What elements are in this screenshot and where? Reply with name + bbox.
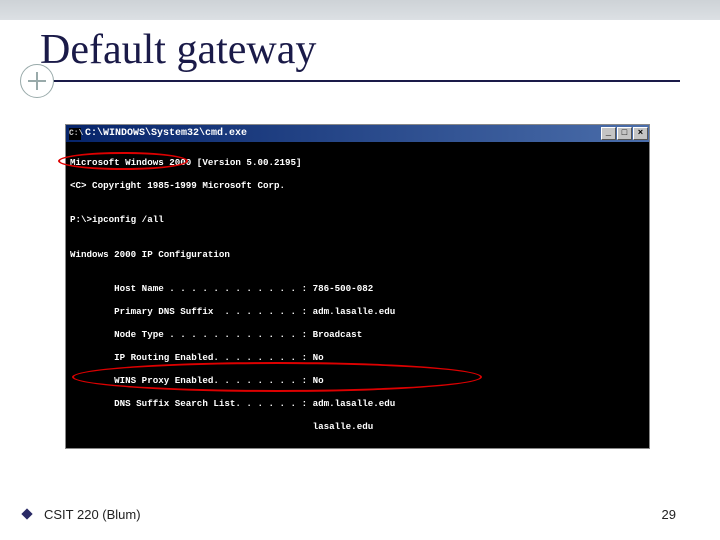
console-line: <C> Copyright 1985-1999 Microsoft Corp. bbox=[70, 180, 645, 192]
console-output: Microsoft Windows 2000 [Version 5.00.219… bbox=[66, 142, 649, 448]
console-line: IP Routing Enabled. . . . . . . . : No bbox=[70, 352, 645, 364]
console-line: Primary DNS Suffix . . . . . . . : adm.l… bbox=[70, 306, 645, 318]
console-line: WINS Proxy Enabled. . . . . . . . : No bbox=[70, 375, 645, 387]
cmd-icon: C:\ bbox=[69, 128, 81, 140]
close-button[interactable]: × bbox=[633, 127, 648, 140]
console-line: Node Type . . . . . . . . . . . . : Broa… bbox=[70, 329, 645, 341]
corner-decoration bbox=[20, 64, 54, 98]
console-line: lasalle.edu bbox=[70, 421, 645, 433]
title-underline bbox=[40, 80, 680, 82]
console-line: P:\>ipconfig /all bbox=[70, 214, 645, 226]
console-line: DNS Suffix Search List. . . . . . : adm.… bbox=[70, 398, 645, 410]
slide-frame-top bbox=[0, 0, 720, 20]
slide-number: 29 bbox=[662, 507, 676, 522]
footer-decoration bbox=[21, 508, 32, 519]
minimize-button[interactable]: _ bbox=[601, 127, 616, 140]
cmd-window: C:\ C:\WINDOWS\System32\cmd.exe _ □ × Mi… bbox=[65, 124, 650, 449]
window-titlebar: C:\ C:\WINDOWS\System32\cmd.exe _ □ × bbox=[66, 125, 649, 142]
window-title-text: C:\WINDOWS\System32\cmd.exe bbox=[85, 128, 247, 139]
slide-title: Default gateway bbox=[40, 26, 316, 74]
console-line: Microsoft Windows 2000 [Version 5.00.219… bbox=[70, 157, 645, 169]
maximize-button[interactable]: □ bbox=[617, 127, 632, 140]
console-line: Host Name . . . . . . . . . . . . : 786-… bbox=[70, 283, 645, 295]
console-line: Windows 2000 IP Configuration bbox=[70, 249, 645, 261]
footer-left: CSIT 220 (Blum) bbox=[44, 507, 141, 522]
